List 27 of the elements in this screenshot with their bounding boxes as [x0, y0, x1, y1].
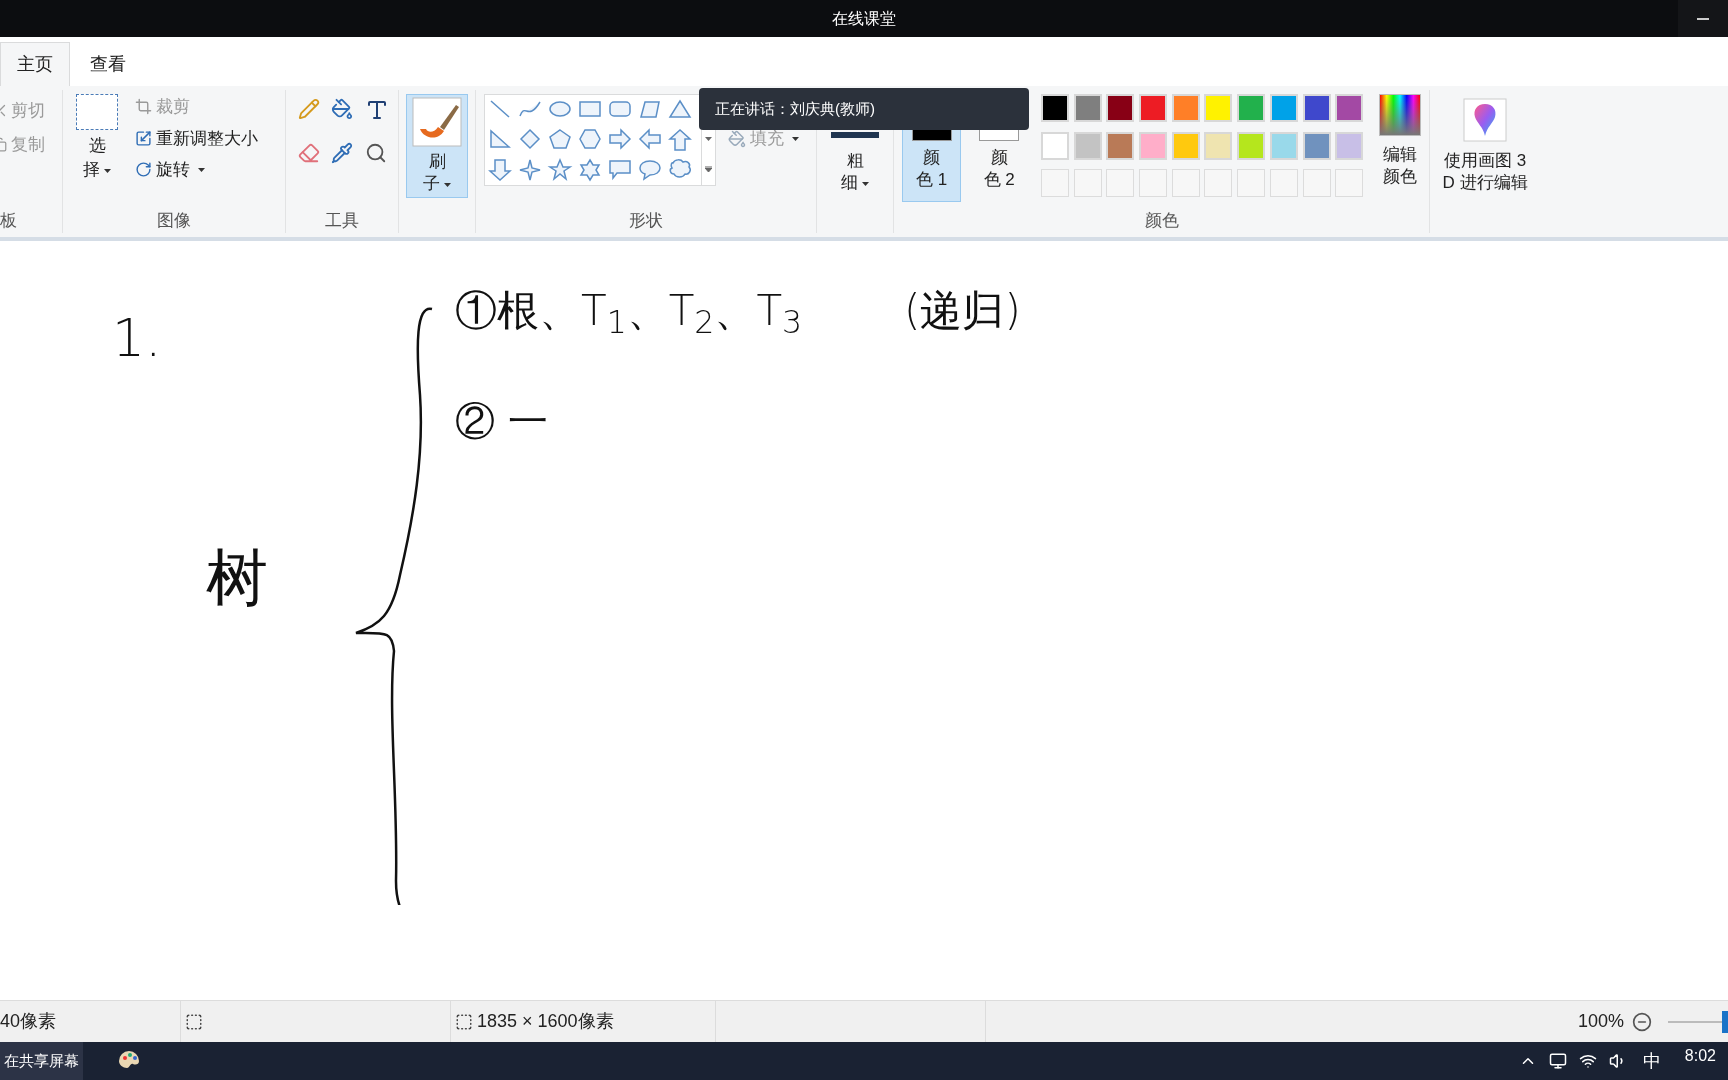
- group-label: 板: [0, 209, 18, 232]
- paint-3d-button[interactable]: 使用画图 3 D 进行编辑: [1442, 98, 1528, 194]
- clock-time[interactable]: 8:02: [1684, 1044, 1716, 1068]
- group-label: 图像: [156, 209, 192, 232]
- screen-sharing-label: 在共享屏幕: [0, 1042, 83, 1080]
- group-label: 工具: [324, 209, 360, 232]
- speaker-tooltip: 正在讲话：刘庆典(教师): [699, 88, 1029, 130]
- image-button[interactable]: 重新调整大小: [135, 125, 258, 151]
- handwritten-note: ①根、T$_{1}$、T$_{2}$、T$_{3}$: [455, 285, 803, 342]
- group-label: 形状: [628, 209, 664, 232]
- edit-colors-button[interactable]: 编辑 颜色: [1379, 94, 1421, 202]
- image-size-text: 1835 × 1600像素: [477, 1010, 614, 1033]
- brush-button[interactable]: 刷 子: [406, 94, 468, 198]
- ribbon-tab[interactable]: 主页: [0, 42, 70, 86]
- handwritten-note: 树: [206, 540, 268, 616]
- group-label: 颜色: [1143, 209, 1180, 232]
- handwritten-note: (递归): [904, 285, 1021, 337]
- zoom-level-text: 100%: [1577, 1010, 1624, 1033]
- size-button[interactable]: 粗 细: [831, 132, 879, 194]
- select-button[interactable]: 选 择: [71, 94, 123, 183]
- handwritten-note: 1.: [112, 307, 162, 370]
- image-button[interactable]: 旋转: [135, 157, 258, 183]
- input-method-indicator[interactable]: 中: [1642, 1047, 1661, 1075]
- pen-size-text: 40像素: [0, 1010, 58, 1033]
- ribbon-tab[interactable]: 查看: [70, 42, 146, 86]
- handwritten-note: ② 一: [455, 397, 548, 446]
- window-title: 在线课堂: [832, 7, 896, 30]
